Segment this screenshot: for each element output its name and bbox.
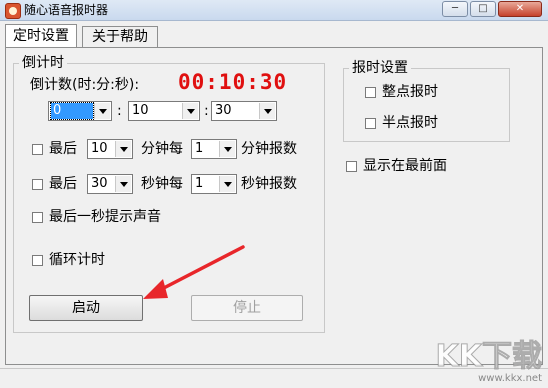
annotation-arrow-icon (143, 245, 245, 299)
watermark: KK下载 www.kkx.net (435, 339, 542, 384)
watermark-url: www.kkx.net (478, 373, 542, 384)
watermark-brand: KK下载 (435, 339, 542, 374)
tab-timer-settings[interactable]: 定时设置 (5, 24, 77, 47)
